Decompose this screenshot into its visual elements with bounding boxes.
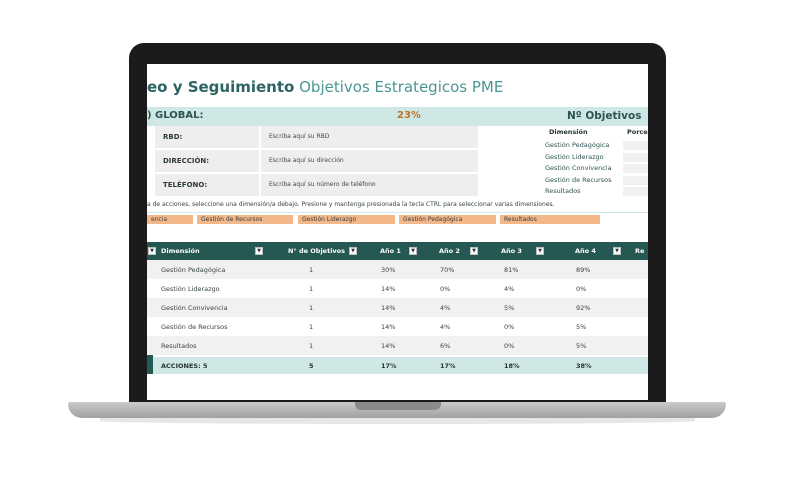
col-header: Año 3 (501, 247, 522, 255)
global-value: 23% (397, 110, 421, 121)
filter-dropdown-icon[interactable]: ▼ (255, 247, 263, 255)
summary-item: Gestión de Recursos (545, 175, 612, 184)
table-total-row: ACCIONES: 5 5 17% 17% 18% 38% (147, 357, 648, 374)
cell-year2: 4% (440, 304, 451, 312)
cell-year2: 4% (440, 323, 451, 331)
cell-year2: 0% (440, 285, 451, 293)
filter-dropdown-icon[interactable]: ▼ (148, 247, 156, 255)
direccion-field[interactable]: Escriba aquí su dirección (261, 150, 478, 172)
cell-objectives: 1 (309, 304, 314, 312)
col-header: Año 4 (575, 247, 596, 255)
table-header: ▼ Dimensión ▼ N° de Objetivos ▼ Año 1 ▼ … (147, 242, 648, 260)
cell-objectives: 1 (309, 266, 314, 274)
cell-year1: 14% (381, 342, 396, 350)
cell-objectives: 1 (309, 342, 314, 350)
telefono-field[interactable]: Escriba aquí su número de teléfono (261, 174, 478, 196)
summary-item: Gestión Convivencia (545, 164, 612, 172)
total-year3: 18% (504, 362, 520, 370)
cell-dimension: Gestión de Recursos (161, 323, 228, 331)
laptop-notch (355, 402, 441, 410)
summary-item: Gestión Pedagógica (545, 141, 610, 149)
info-row-telefono: TELÉFONO: Escriba aquí su número de telé… (155, 174, 478, 197)
col-header: Año 1 (380, 247, 401, 255)
summary-item: Resultados (545, 187, 581, 195)
cell-dimension: Gestión Liderazgo (161, 285, 220, 293)
cell-year4: 92% (576, 304, 591, 312)
summary-value-cell (623, 187, 648, 196)
cell-dimension: Resultados (161, 342, 197, 350)
title-bold: eo y Seguimiento (147, 78, 295, 96)
slicer-chip[interactable]: Gestión de Recursos (197, 215, 293, 224)
info-label: RBD: (155, 126, 259, 148)
slicer-chip[interactable]: Gestión Pedagógica (399, 215, 496, 224)
table-row[interactable]: Resultados 1 14% 6% 0% 5% (147, 336, 648, 355)
table-row[interactable]: Gestión Convivencia 1 14% 4% 5% 92% (147, 298, 648, 317)
total-year1: 17% (381, 362, 397, 370)
filter-dropdown-icon[interactable]: ▼ (536, 247, 544, 255)
summary-dim-header: Dimensión (549, 128, 588, 136)
summary-value-cell (623, 164, 648, 173)
cell-dimension: Gestión Pedagógica (161, 266, 226, 274)
col-header: N° de Objetivos (288, 247, 345, 255)
cell-year4: 5% (576, 323, 587, 331)
cell-year3: 0% (504, 342, 515, 350)
col-header: Año 2 (439, 247, 460, 255)
cell-year4: 89% (576, 266, 591, 274)
summary-porc-header: Porcen (627, 128, 648, 136)
info-row-rbd: RBD: Escriba aquí su RBD (155, 126, 478, 149)
divider (147, 212, 648, 213)
slicer-chip[interactable]: Gestión Liderazgo (298, 215, 395, 224)
cell-year3: 81% (504, 266, 519, 274)
cell-year4: 5% (576, 342, 587, 350)
spreadsheet-screen: eo y Seguimiento Objetivos Estrategicos … (147, 64, 648, 400)
total-marker-bar (147, 357, 153, 374)
objectives-label: Nº Objetivos (567, 110, 642, 122)
table-row[interactable]: Gestión de Recursos 1 14% 4% 0% 5% (147, 317, 648, 336)
school-info: RBD: Escriba aquí su RBD DIRECCIÓN: Escr… (155, 126, 478, 198)
slicer-chip[interactable]: encia (147, 215, 193, 224)
laptop-shadow (100, 418, 695, 424)
info-label: DIRECCIÓN: (155, 150, 259, 172)
filter-instructions: a de acciones, seleccione una dimensión/… (147, 201, 555, 208)
cell-year2: 6% (440, 342, 451, 350)
cell-objectives: 1 (309, 323, 314, 331)
global-band: ) GLOBAL: 23% Nº Objetivos (147, 107, 648, 126)
title-thin: Objetivos Estrategicos PME (299, 78, 504, 96)
filter-dropdown-icon[interactable]: ▼ (470, 247, 478, 255)
cell-dimension: Gestión Convivencia (161, 304, 228, 312)
summary-value-cell (623, 141, 648, 150)
rbd-field[interactable]: Escriba aquí su RBD (261, 126, 478, 148)
cell-year1: 14% (381, 304, 396, 312)
filter-dropdown-icon[interactable]: ▼ (613, 247, 621, 255)
total-objectives: 5 (309, 362, 314, 370)
slicer-chip[interactable]: Resultados (500, 215, 600, 224)
table-row[interactable]: Gestión Liderazgo 1 14% 0% 4% 0% (147, 279, 648, 298)
summary-value-cell (623, 153, 648, 162)
summary-item: Gestión Liderazgo (545, 152, 604, 161)
info-label: TELÉFONO: (155, 174, 259, 196)
cell-year4: 0% (576, 285, 587, 293)
cell-year2: 70% (440, 266, 455, 274)
info-row-direccion: DIRECCIÓN: Escriba aquí su dirección (155, 150, 478, 173)
cell-year3: 4% (504, 285, 515, 293)
total-year2: 17% (440, 362, 456, 370)
cell-year3: 0% (504, 323, 515, 331)
total-year4: 38% (576, 362, 592, 370)
filter-dropdown-icon[interactable]: ▼ (349, 247, 357, 255)
col-header: Re (635, 247, 645, 255)
table-row[interactable]: Gestión Pedagógica 1 30% 70% 81% 89% (147, 260, 648, 279)
summary-value-cell (623, 176, 648, 185)
total-label: ACCIONES: 5 (161, 362, 208, 370)
cell-year3: 5% (504, 304, 515, 312)
global-label: ) GLOBAL: (147, 110, 204, 121)
cell-year1: 14% (381, 323, 396, 331)
col-header: Dimensión (161, 247, 200, 255)
filter-dropdown-icon[interactable]: ▼ (409, 247, 417, 255)
summary-list: Gestión Pedagógica Gestión Liderazgo Ges… (545, 140, 612, 198)
page-title: eo y Seguimiento Objetivos Estrategicos … (147, 78, 503, 96)
cell-year1: 14% (381, 285, 396, 293)
cell-year1: 30% (381, 266, 396, 274)
cell-objectives: 1 (309, 285, 314, 293)
